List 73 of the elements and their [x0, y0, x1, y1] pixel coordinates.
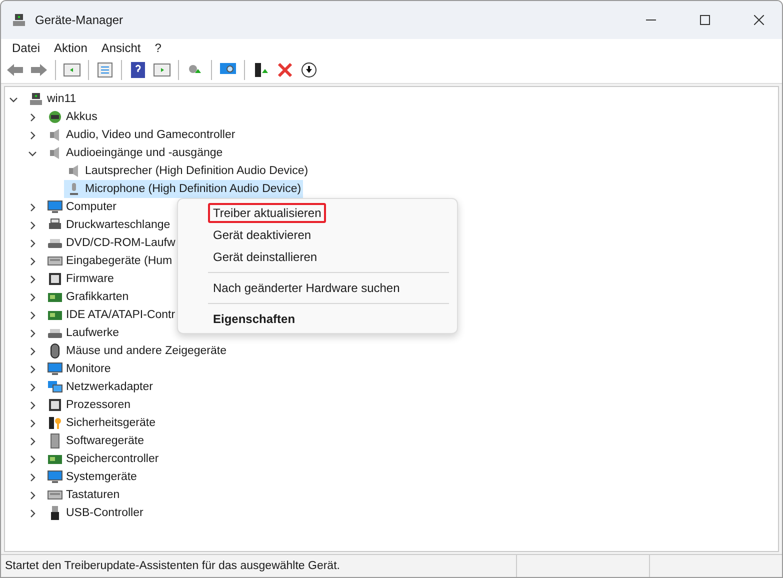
tree-item[interactable]: Tastaturen	[45, 486, 122, 504]
collapse-chevron-icon[interactable]	[9, 94, 18, 104]
tree-item[interactable]: Monitore	[45, 360, 113, 378]
key-icon	[47, 415, 63, 431]
monitor-icon	[47, 469, 63, 485]
window-title: Geräte-Manager	[35, 13, 124, 27]
tree-item[interactable]: IDE ATA/ATAPI-Contr	[45, 306, 178, 324]
chip-icon	[47, 397, 63, 413]
expand-chevron-icon[interactable]	[28, 490, 37, 500]
tree-item[interactable]: Druckwarteschlange	[45, 216, 172, 234]
tree-item[interactable]: Audio, Video und Gamecontroller	[45, 126, 238, 144]
close-icon	[754, 15, 764, 25]
tree-item[interactable]: Akkus	[45, 108, 100, 126]
help-icon[interactable]	[128, 60, 148, 80]
expand-chevron-icon[interactable]	[28, 292, 37, 302]
expand-chevron-icon[interactable]	[28, 328, 37, 338]
network-icon	[47, 379, 63, 395]
tree-item[interactable]: Mäuse und andere Zeigegeräte	[45, 342, 228, 360]
expand-chevron-icon[interactable]	[28, 112, 37, 122]
tree-item[interactable]: Sicherheitsgeräte	[45, 414, 158, 432]
tree-item[interactable]: Grafikkarten	[45, 288, 131, 306]
expand-chevron-icon[interactable]	[28, 508, 37, 518]
menu-item[interactable]: Datei	[5, 41, 48, 55]
expand-chevron-icon[interactable]	[28, 202, 37, 212]
tree-item[interactable]: Laufwerke	[45, 324, 122, 342]
tree-item[interactable]: Audioeingänge und -ausgänge	[45, 144, 225, 162]
expand-chevron-icon[interactable]	[28, 454, 37, 464]
tree-item[interactable]: Eingabegeräte (Hum	[45, 252, 174, 270]
tree-item[interactable]: Firmware	[45, 270, 116, 288]
expand-chevron-icon[interactable]	[28, 346, 37, 356]
collapse-chevron-icon[interactable]	[28, 148, 37, 158]
monitor-icon	[47, 199, 63, 215]
menu-item[interactable]: Gerät deaktivieren	[208, 225, 316, 245]
expand-chevron-icon[interactable]	[28, 418, 37, 428]
menu-item[interactable]: Treiber aktualisieren	[208, 203, 326, 223]
expand-chevron-icon[interactable]	[28, 310, 37, 320]
delete-icon[interactable]	[275, 60, 295, 80]
menu-item[interactable]: Nach geänderter Hardware suchen	[208, 278, 405, 298]
expand-chevron-icon[interactable]	[28, 220, 37, 230]
properties-icon[interactable]	[95, 60, 115, 80]
expand-chevron-icon[interactable]	[28, 436, 37, 446]
tree-item[interactable]: Softwaregeräte	[45, 432, 146, 450]
status-text: Startet den Treiberupdate-Assistenten für das ausgewählte Gerät.	[4, 560, 341, 572]
tree-item[interactable]: Netzwerkadapter	[45, 378, 155, 396]
tree-item[interactable]: Microphone (High Definition Audio Device)	[64, 180, 304, 198]
computer-icon	[28, 91, 44, 107]
expand-chevron-icon[interactable]	[28, 130, 37, 140]
menu-item[interactable]: ?	[148, 41, 168, 55]
tree-item[interactable]: Speichercontroller	[45, 450, 161, 468]
monitor-icon	[47, 361, 63, 377]
chip-icon	[47, 271, 63, 287]
expand-chevron-icon[interactable]	[28, 364, 37, 374]
battery-icon	[47, 109, 63, 125]
menu-item[interactable]: Eigenschaften	[208, 309, 300, 329]
menu-item[interactable]: Aktion	[47, 41, 94, 55]
tree-item[interactable]: win11	[26, 90, 78, 108]
expand-chevron-icon[interactable]	[28, 472, 37, 482]
expand-chevron-icon[interactable]	[28, 238, 37, 248]
expand-chevron-icon[interactable]	[28, 256, 37, 266]
tree-item[interactable]: Computer	[45, 198, 118, 216]
expand-chevron-icon[interactable]	[28, 382, 37, 392]
menu-item[interactable]: Gerät deinstallieren	[208, 247, 322, 267]
tree-item[interactable]: USB-Controller	[45, 504, 146, 522]
tree-item[interactable]: DVD/CD-ROM-Laufw	[45, 234, 178, 252]
menu-item[interactable]: Ansicht	[94, 41, 148, 55]
tree-item[interactable]: Systemgeräte	[45, 468, 139, 486]
tree-item[interactable]: Prozessoren	[45, 396, 133, 414]
maximize-icon	[700, 15, 710, 25]
expand-chevron-icon[interactable]	[28, 400, 37, 410]
app-icon	[11, 12, 27, 28]
tree-item[interactable]: Lautsprecher (High Definition Audio Device)	[64, 162, 310, 180]
expand-chevron-icon[interactable]	[28, 274, 37, 284]
down-arrow-circle-icon[interactable]	[299, 60, 319, 80]
